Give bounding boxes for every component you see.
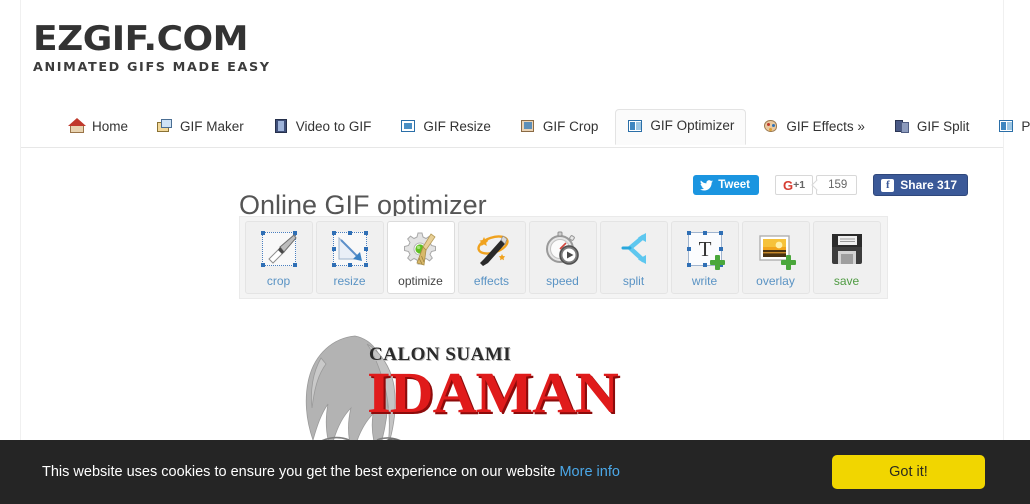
tool-crop[interactable]: crop xyxy=(244,221,313,294)
nav-item-gif-effects[interactable]: GIF Effects » xyxy=(751,109,877,144)
title-row: Online GIF optimizer Tweet G +1 159 f Sh… xyxy=(239,170,979,220)
resize-tool-icon xyxy=(329,228,371,270)
tool-label-effects: effects xyxy=(473,274,510,288)
tool-label-speed: speed xyxy=(546,274,579,288)
nav-label-gif-optimizer: GIF Optimizer xyxy=(650,118,735,133)
nav-label-gif-effects: GIF Effects » xyxy=(786,118,865,134)
crop-tool-icon xyxy=(258,228,300,270)
film-strip-icon xyxy=(273,118,289,134)
nav-item-gif-split[interactable]: GIF Split xyxy=(882,109,982,144)
facebook-share-label: Share 317 xyxy=(900,178,957,192)
gplus-g-letter: G xyxy=(782,177,794,193)
tool-effects[interactable]: effects xyxy=(457,221,526,294)
page-right-rule xyxy=(1003,0,1004,440)
split-icon xyxy=(894,118,910,134)
editor-tool-strip: crop resize optimize effects speed split… xyxy=(239,216,888,299)
gif-maker-icon xyxy=(157,118,173,134)
png-optimizer-icon xyxy=(998,118,1014,134)
nav-items: Home GIF Maker Video to GIF GIF Resize G xyxy=(57,104,1030,147)
page-root: EZGIF.COM ANIMATED GIFS MADE EASY Home G… xyxy=(0,0,1030,504)
gplus-badge[interactable]: G +1 xyxy=(774,175,814,195)
content-column: EZGIF.COM ANIMATED GIFS MADE EASY Home G… xyxy=(21,0,1030,440)
preview-title: IDAMAN xyxy=(367,360,619,425)
gif-preview-image: CALON SUAMI IDAMAN xyxy=(239,318,799,440)
tool-split[interactable]: split xyxy=(599,221,668,294)
tool-speed[interactable]: speed xyxy=(528,221,597,294)
logo-wordmark: EZGIF.COM xyxy=(33,19,248,59)
resize-icon xyxy=(400,118,416,134)
cookie-message-text: This website uses cookies to ensure you … xyxy=(42,464,556,480)
nav-label-home: Home xyxy=(92,118,129,134)
gif-preview-area[interactable]: CALON SUAMI IDAMAN xyxy=(239,318,799,440)
split-tool-icon xyxy=(613,228,655,270)
site-logo[interactable]: EZGIF.COM ANIMATED GIFS MADE EASY xyxy=(33,22,269,75)
tool-label-split: split xyxy=(622,274,645,288)
tweet-button[interactable]: Tweet xyxy=(693,175,759,195)
site-header: EZGIF.COM ANIMATED GIFS MADE EASY xyxy=(21,0,1003,104)
nav-label-png-optimizer: PNG Optimizer xyxy=(1021,118,1030,134)
overlay-tool-icon xyxy=(755,228,797,270)
main-content: Online GIF optimizer Tweet G +1 159 f Sh… xyxy=(21,148,1003,440)
facebook-share-button[interactable]: f Share 317 xyxy=(873,174,968,196)
tool-optimize[interactable]: optimize xyxy=(386,221,455,294)
gplus-plus-one: +1 xyxy=(793,179,806,191)
nav-label-gif-resize: GIF Resize xyxy=(423,118,491,134)
social-share-group: Tweet G +1 159 f Share 317 xyxy=(693,174,968,196)
nav-label-gif-split: GIF Split xyxy=(916,118,970,134)
tool-label-crop: crop xyxy=(266,274,291,288)
nav-item-gif-maker[interactable]: GIF Maker xyxy=(145,109,256,144)
tool-save[interactable]: save xyxy=(812,221,881,294)
tool-label-write: write xyxy=(691,274,718,288)
tool-write[interactable]: T write xyxy=(670,221,739,294)
cookie-more-info-link[interactable]: More info xyxy=(559,464,619,480)
nav-item-gif-crop[interactable]: GIF Crop xyxy=(508,109,611,144)
main-navigation: Home GIF Maker Video to GIF GIF Resize G xyxy=(21,104,1030,148)
optimizer-icon xyxy=(627,118,643,134)
twitter-bird-icon xyxy=(700,179,714,191)
tool-label-overlay: overlay xyxy=(756,274,795,288)
cookie-message: This website uses cookies to ensure you … xyxy=(42,462,620,482)
nav-item-png-optimizer[interactable]: PNG Optimizer xyxy=(986,109,1030,144)
nav-item-gif-optimizer[interactable]: GIF Optimizer xyxy=(615,108,747,145)
nav-label-gif-maker: GIF Maker xyxy=(180,118,244,134)
tool-label-save: save xyxy=(833,274,860,288)
nav-label-video-to-gif: Video to GIF xyxy=(295,118,372,134)
add-plus-icon xyxy=(780,255,796,270)
home-icon xyxy=(68,118,86,134)
nav-item-gif-resize[interactable]: GIF Resize xyxy=(388,109,503,144)
cookie-consent-banner: This website uses cookies to ensure you … xyxy=(0,440,1030,504)
palette-icon xyxy=(763,118,779,134)
tool-label-resize: resize xyxy=(333,274,366,288)
tool-resize[interactable]: resize xyxy=(315,221,384,294)
logo-tagline: ANIMATED GIFS MADE EASY xyxy=(33,59,271,74)
speed-tool-icon xyxy=(542,228,584,270)
effects-tool-icon xyxy=(471,228,513,270)
nav-label-gif-crop: GIF Crop xyxy=(542,118,599,134)
tweet-label: Tweet xyxy=(718,179,750,191)
crop-icon xyxy=(520,118,536,134)
google-plus-one-button[interactable]: G +1 159 xyxy=(774,175,858,195)
optimize-tool-icon xyxy=(400,228,442,270)
gplus-count: 159 xyxy=(816,175,858,195)
nav-item-video-to-gif[interactable]: Video to GIF xyxy=(261,109,384,144)
nav-item-home[interactable]: Home xyxy=(57,109,140,144)
add-plus-icon xyxy=(709,255,725,270)
save-tool-icon xyxy=(826,228,868,270)
facebook-icon: f xyxy=(881,178,895,192)
tool-overlay[interactable]: overlay xyxy=(741,221,810,294)
cookie-accept-button[interactable]: Got it! xyxy=(832,455,985,489)
write-tool-icon: T xyxy=(684,228,726,270)
tool-label-optimize: optimize xyxy=(398,274,443,288)
